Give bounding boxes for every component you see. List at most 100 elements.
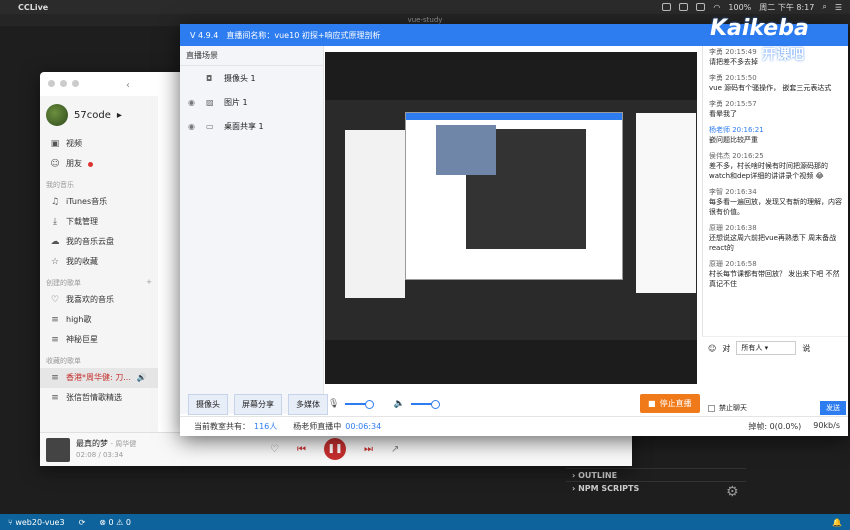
menubar-clock[interactable]: 周二 下午 8:17 <box>759 2 814 13</box>
sidebar-item-playlist[interactable]: ≡ 张信哲情歌精选 <box>40 388 158 408</box>
kaikeba-logo: Kaikeba 开课吧 <box>710 16 809 63</box>
chat-input-area: ☺ 对 所有人 ▾ 说 禁止聊天 发送 <box>702 336 848 415</box>
eye-icon[interactable]: ◉ <box>188 98 198 107</box>
video-icon: ▣ <box>50 139 60 149</box>
star-icon: ☆ <box>50 257 60 267</box>
scene-title: 直播场景 <box>180 46 323 66</box>
live-preview[interactable] <box>325 52 697 384</box>
emoji-icon[interactable]: ☺ <box>708 344 716 353</box>
sidebar-item-playlist[interactable]: ≡ 神秘巨星 <box>40 330 158 350</box>
nested-chat <box>636 113 696 293</box>
multimedia-button[interactable]: 多媒体 <box>288 394 328 415</box>
prev-track-button[interactable]: ⏮ <box>297 444 306 455</box>
nested-thumbnail <box>436 125 496 175</box>
speaker-icon[interactable]: 🔈 <box>393 399 404 409</box>
cloud-icon: ☁ <box>50 237 60 247</box>
section-title: 收藏的歌单 <box>46 357 81 365</box>
branch-status[interactable]: ⑂ web20-vue3 <box>8 518 65 527</box>
camera-icon: ◘ <box>206 73 213 83</box>
back-arrow-icon[interactable]: ‹ <box>126 80 130 91</box>
sidebar-item-liked[interactable]: ♡ 我喜欢的音乐 <box>40 290 158 310</box>
live-duration: 00:06:34 <box>345 422 382 431</box>
chat-message: 李勇 20:15:57 看晕我了 <box>709 100 757 118</box>
album-cover[interactable] <box>46 437 70 462</box>
eye-icon[interactable]: ◉ <box>188 122 198 131</box>
nested-live-window <box>405 112 696 293</box>
chat-message: 李智 20:16:34 每多看一遍回放，发现又有新的理解，内容很有价值。 <box>709 188 842 216</box>
source-tools: 摄像头 屏幕分享 多媒体 <box>188 394 328 415</box>
stop-live-button[interactable]: ■ 停止直播 <box>640 394 700 413</box>
playlist-icon: ≡ <box>51 315 59 325</box>
ban-chat-checkbox[interactable]: 禁止聊天 <box>708 403 747 413</box>
notification-dot <box>88 161 93 167</box>
avatar[interactable] <box>46 104 68 126</box>
chat-target-select[interactable]: 所有人 ▾ <box>736 341 797 355</box>
audio-controls: 🎙 🔈 <box>328 399 440 409</box>
section-title: 我的音乐 <box>46 181 74 189</box>
scene-item-image[interactable]: ◉ ▨ 图片 1 <box>180 90 323 114</box>
share-icon[interactable]: ↗ <box>391 444 399 455</box>
zoom-window-button[interactable] <box>72 80 79 87</box>
outline-panel[interactable]: › OUTLINE <box>566 468 746 481</box>
music-player-bar: 最真的梦 - 周华健 02:08 / 03:34 ♡ ⏮ ❚❚ ⏭ ↗ <box>40 432 632 466</box>
vscode-statusbar: ⑂ web20-vue3 ⟳ ⊗ 0 ⚠ 0 🔔 <box>0 514 850 530</box>
mac-menubar: CCLive ◠ 100% 周二 下午 8:17 ⌕ ☰ <box>0 0 850 14</box>
checkbox[interactable] <box>708 404 715 412</box>
room-name: 直播间名称：vue10 初探+响应式原理剖析 <box>226 30 381 40</box>
now-playing: 最真的梦 - 周华健 02:08 / 03:34 <box>76 439 137 459</box>
scene-item-desktop[interactable]: ◉ ▭ 桌面共享 1 <box>180 114 323 138</box>
scene-item-camera[interactable]: ◘ 摄像头 1 <box>180 66 323 90</box>
microphone-icon[interactable]: 🎙 <box>328 399 339 409</box>
gear-icon[interactable]: ⚙ <box>726 484 739 500</box>
search-icon[interactable]: ⌕ <box>822 2 826 12</box>
window-controls <box>48 80 79 87</box>
frame-drop: 掉帧: 0(0.0%) <box>748 422 802 431</box>
tray-icon[interactable] <box>696 3 706 11</box>
screen-share-button[interactable]: 屏幕分享 <box>234 394 282 415</box>
sidebar-item-playlist-active[interactable]: ≡ 香港*周华健: 刀... 🔊 <box>40 368 158 388</box>
close-window-button[interactable] <box>48 80 55 87</box>
npm-scripts-panel[interactable]: › NPM SCRIPTS <box>566 481 746 494</box>
scene-panel: 直播场景 ◘ 摄像头 1 ◉ ▨ 图片 1 ◉ ▭ 桌面共享 1 <box>180 46 324 414</box>
sidebar-item-cloud[interactable]: ☁ 我的音乐云盘 <box>40 232 158 252</box>
user-profile[interactable]: 57code ▸ <box>40 96 158 134</box>
camera-button[interactable]: 摄像头 <box>188 394 228 415</box>
download-icon: ⤓ <box>53 217 57 227</box>
minimize-window-button[interactable] <box>60 80 67 87</box>
sync-icon[interactable]: ⟳ <box>79 518 86 527</box>
sidebar-item-itunes[interactable]: ♫ iTunes音乐 <box>40 192 158 212</box>
sidebar-item-downloads[interactable]: ⤓ 下载管理 <box>40 212 158 232</box>
mic-volume-slider[interactable] <box>345 400 375 409</box>
chat-message: 侯伟杰 20:16:25 差不多，村长啥时候有时间把源码那的watch和dep详细… <box>709 152 828 180</box>
vscode-side-panels: › OUTLINE › NPM SCRIPTS <box>566 468 746 494</box>
sidebar-item-playlist[interactable]: ≡ high歌 <box>40 310 158 330</box>
add-playlist-icon[interactable]: + <box>146 278 152 288</box>
battery-percent: 100% <box>728 2 752 12</box>
friends-icon: ☺ <box>50 159 60 169</box>
wifi-icon[interactable]: ◠ <box>713 3 720 12</box>
chat-message: 原珊 20:16:38 还想说这周六前把vue再熟悉下 周末备战react的 <box>709 224 837 252</box>
speaker-volume-slider[interactable] <box>410 400 440 409</box>
pause-button[interactable]: ❚❚ <box>323 438 346 460</box>
tray-icon[interactable] <box>679 3 689 11</box>
sidebar-item-friends[interactable]: ☺ 朋友 <box>40 154 158 174</box>
like-icon[interactable]: ♡ <box>270 444 279 455</box>
next-track-button[interactable]: ⏭ <box>364 444 373 455</box>
playlist-icon: ≡ <box>51 393 59 403</box>
send-button[interactable]: 发送 <box>820 401 846 415</box>
menubar-app-name[interactable]: CCLive <box>18 3 48 12</box>
music-icon: ♫ <box>50 197 60 207</box>
version-label: V 4.9.4 <box>190 30 219 40</box>
problems-status[interactable]: ⊗ 0 ⚠ 0 <box>99 518 131 527</box>
sidebar-item-video[interactable]: ▣ 视频 <box>40 134 158 154</box>
chat-message: 杨老师 20:16:21 嵌问题比较严重 <box>709 126 764 144</box>
playlist-icon: ≡ <box>51 335 59 345</box>
stop-icon: ■ <box>648 399 656 408</box>
tray-icon[interactable] <box>662 3 672 11</box>
control-center-icon[interactable]: ☰ <box>835 3 842 12</box>
chat-message: 李勇 20:15:50 vue 源码有个骚操作， 嵌套三元表达式 <box>709 74 832 92</box>
bell-icon[interactable]: 🔔 <box>832 518 842 527</box>
sidebar-item-favorites[interactable]: ☆ 我的收藏 <box>40 252 158 272</box>
heart-icon: ♡ <box>50 295 60 305</box>
nested-music-window <box>345 130 405 298</box>
